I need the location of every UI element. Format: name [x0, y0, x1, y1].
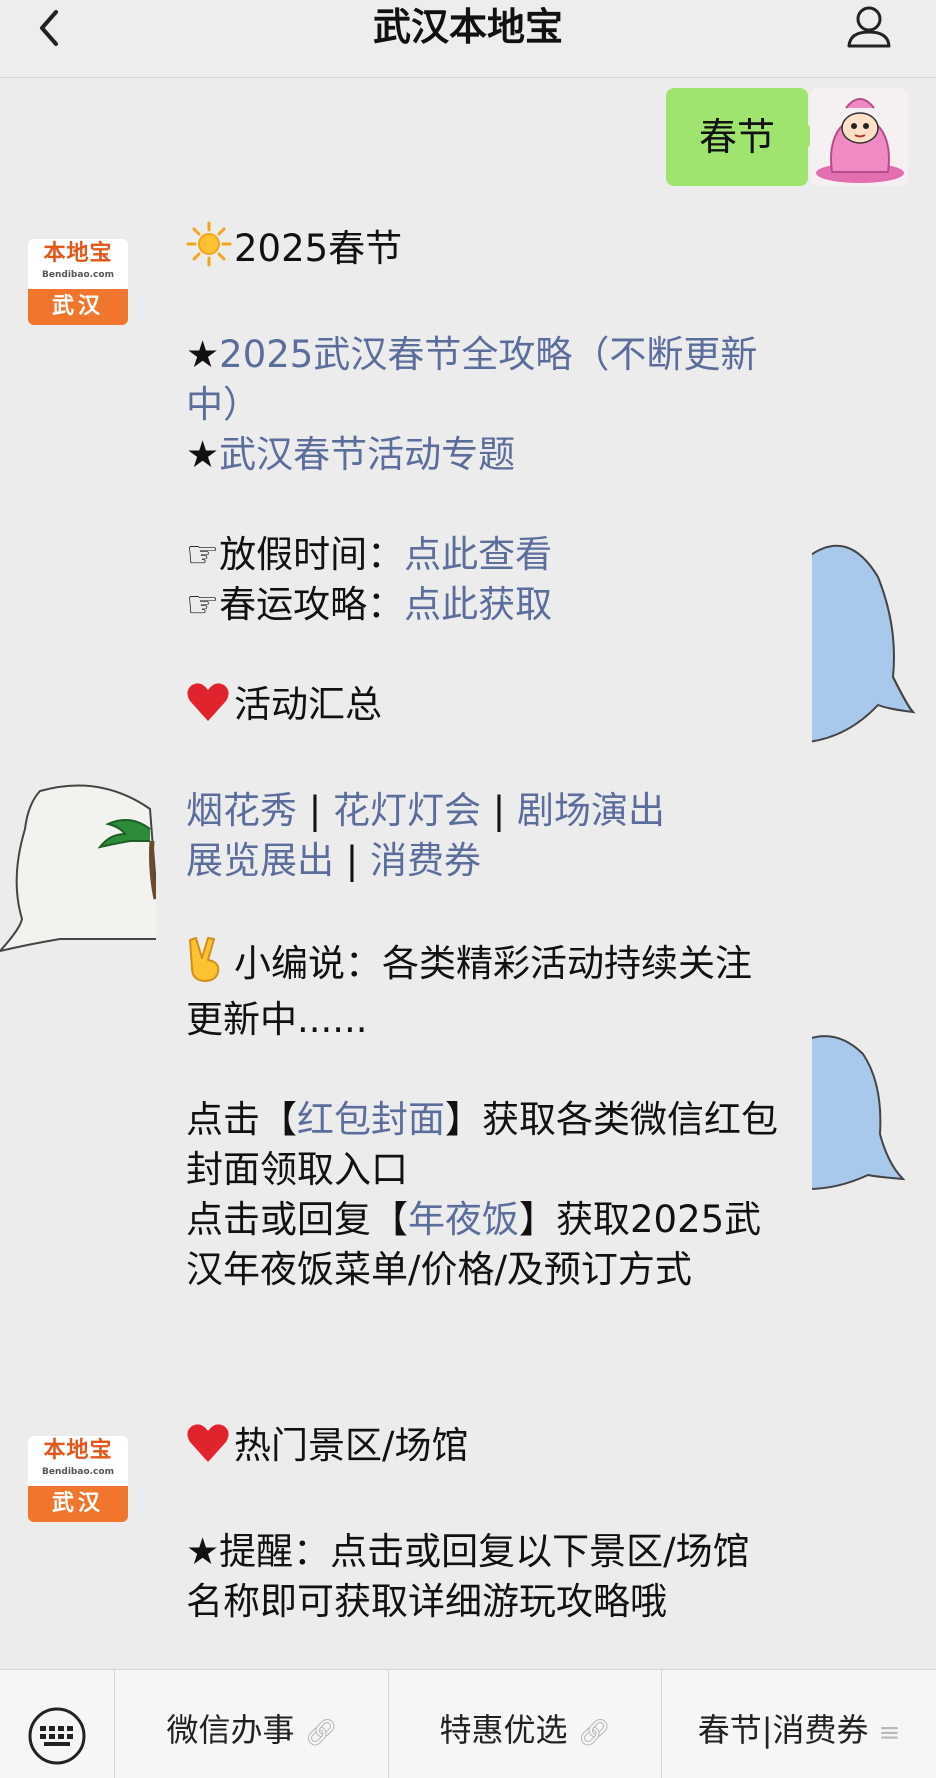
bottom-menu-bar: 微信办事 🔗︎ 特惠优选 🔗︎ 春节|消费券 ≡: [0, 1669, 936, 1778]
activity-links-row-2: 展览展出 | 消费券: [186, 839, 481, 882]
ghost-sticker-icon: [807, 1029, 936, 1219]
bot-avatar[interactable]: 本地宝 Bendibao.com 武汉: [28, 239, 128, 325]
travel-line: ☞春运攻略：点此获取: [186, 583, 553, 626]
new-year-dinner-link[interactable]: 年夜饭: [408, 1198, 519, 1241]
menu-wechat-services[interactable]: 微信办事 🔗︎: [116, 1670, 389, 1778]
menu-lines-icon: ≡: [878, 1718, 901, 1748]
red-envelope-line: 点击【红包封面】获取各类微信红包封面领取入口: [186, 1098, 778, 1191]
top-navigation-bar: 武汉本地宝: [0, 0, 936, 78]
menu-special-offers[interactable]: 特惠优选 🔗︎: [389, 1670, 662, 1778]
heart-icon: [186, 1422, 234, 1477]
theater-show-link[interactable]: 剧场演出: [517, 789, 665, 832]
avatar-logo-subtext: Bendibao.com: [42, 270, 114, 280]
page-title: 武汉本地宝: [372, 5, 563, 49]
bot-message-attractions: 热门景区/场馆 ★提醒：点击或回复以下景区/场馆名称即可获取详细游玩攻略哦: [156, 1421, 812, 1669]
keyboard-toggle-icon[interactable]: [0, 1670, 115, 1778]
my-avatar[interactable]: [810, 88, 908, 186]
message-heading: 2025春节: [186, 221, 782, 280]
avatar-logo-subtext: Bendibao.com: [42, 1467, 114, 1477]
topic-line: ★武汉春节活动专题: [186, 433, 516, 476]
activity-topic-link[interactable]: 武汉春节活动专题: [219, 433, 515, 476]
lantern-fair-link[interactable]: 花灯灯会: [333, 789, 481, 832]
spring-travel-link[interactable]: 点此获取: [404, 583, 552, 626]
fireworks-link[interactable]: 烟花秀: [186, 789, 297, 832]
my-message-text: 春节: [698, 115, 775, 159]
coupon-link[interactable]: 消费券: [370, 839, 481, 882]
sun-icon: [186, 221, 234, 280]
ghost-sticker-icon: [807, 537, 936, 767]
activity-links-row-1: 烟花秀 | 花灯灯会 | 剧场演出: [186, 789, 665, 832]
link-icon: 🔗︎: [304, 1718, 338, 1748]
victory-hand-icon: [186, 936, 234, 995]
attractions-reminder: ★提醒：点击或回复以下景区/场馆名称即可获取详细游玩攻略哦: [186, 1530, 750, 1623]
menu-spring-festival-coupons[interactable]: 春节|消费券 ≡: [662, 1670, 936, 1778]
palm-island-sticker-icon: [0, 779, 162, 959]
holiday-line: ☞放假时间：点此查看: [186, 533, 553, 576]
exhibition-link[interactable]: 展览展出: [186, 839, 334, 882]
red-envelope-cover-link[interactable]: 红包封面: [297, 1098, 445, 1141]
chat-area[interactable]: 春节 本地宝 Bendibao.com 武汉 2025春节 ★2025武汉春节全…: [0, 79, 936, 1669]
guide-line: ★2025武汉春节全攻略（不断更新中）: [186, 333, 758, 426]
spring-festival-guide-link[interactable]: 2025武汉春节全攻略（不断更新中）: [186, 333, 757, 426]
bot-avatar[interactable]: 本地宝 Bendibao.com 武汉: [28, 1436, 128, 1522]
avatar-city-label: 武汉: [28, 1486, 128, 1522]
avatar-logo-text: 本地宝: [43, 1438, 113, 1463]
user-profile-icon[interactable]: [844, 2, 894, 52]
attractions-heading: 热门景区/场馆: [186, 1421, 782, 1477]
bot-message-spring-festival: 2025春节 ★2025武汉春节全攻略（不断更新中） ★武汉春节活动专题 ☞放假…: [156, 221, 812, 1421]
summary-heading: 活动汇总: [186, 680, 782, 736]
heart-icon: [186, 681, 234, 736]
my-message-bubble[interactable]: 春节: [666, 88, 821, 186]
new-year-dinner-line: 点击或回复【年夜饭】获取2025武汉年夜饭菜单/价格/及预订方式: [186, 1198, 762, 1291]
editor-note: 小编说：各类精彩活动持续关注更新中......: [186, 936, 782, 1045]
holiday-time-link[interactable]: 点此查看: [404, 533, 552, 576]
link-icon: 🔗︎: [577, 1718, 611, 1748]
avatar-logo-text: 本地宝: [43, 241, 113, 266]
avatar-city-label: 武汉: [28, 289, 128, 325]
